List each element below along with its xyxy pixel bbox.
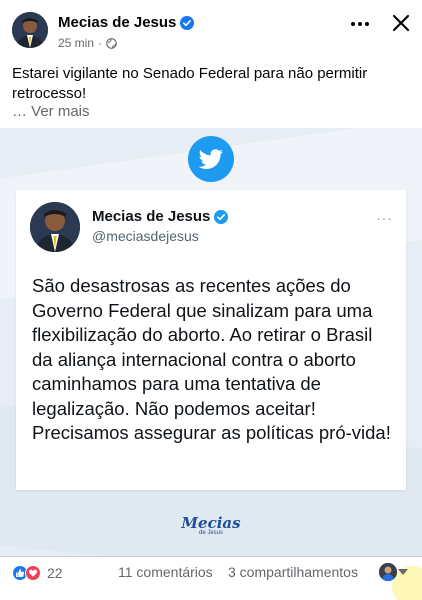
- author-avatar[interactable]: [12, 12, 48, 48]
- tweet-more-icon: ···: [376, 210, 393, 226]
- tweet-handle: @meciasdejesus: [92, 228, 199, 244]
- footer-divider: [0, 556, 422, 557]
- post-header: Mecias de Jesus 25 min ·: [0, 0, 422, 58]
- author-name-text[interactable]: Mecias de Jesus: [58, 14, 176, 31]
- more-options-button[interactable]: [346, 12, 374, 36]
- signature-logo-sub: de Jesus: [198, 530, 223, 536]
- verified-badge-icon: [180, 15, 195, 30]
- see-more-link[interactable]: … Ver mais: [12, 102, 90, 122]
- verified-badge-icon: [214, 209, 229, 224]
- caret-down-icon[interactable]: [398, 569, 408, 575]
- tweet-card: Mecias de Jesus @meciasdejesus ··· São d…: [16, 190, 406, 490]
- more-dot: [365, 22, 369, 26]
- post-time[interactable]: 25 min: [58, 36, 94, 50]
- more-dot: [358, 22, 362, 26]
- signature-logo: Mecias de Jesus: [0, 514, 422, 536]
- post-caption: Estarei vigilante no Senado Federal para…: [12, 65, 368, 102]
- reactions-summary[interactable]: 22: [12, 564, 63, 582]
- twitter-bird-icon: [188, 136, 234, 182]
- tweet-author-name: Mecias de Jesus: [92, 208, 229, 225]
- love-reaction-icon: [25, 565, 41, 581]
- globe-icon: [106, 37, 117, 49]
- post-image[interactable]: Mecias de Jesus @meciasdejesus ··· São d…: [0, 128, 422, 556]
- meta-separator: ·: [98, 36, 103, 50]
- comments-count-link[interactable]: 11 comentários: [118, 564, 213, 580]
- author-name[interactable]: Mecias de Jesus: [58, 14, 195, 31]
- shares-count-link[interactable]: 3 compartilhamentos: [228, 564, 358, 580]
- more-dot: [351, 22, 355, 26]
- tweet-author-name-text: Mecias de Jesus: [92, 208, 211, 225]
- tweet-text: São desastrosas as recentes ações do Gov…: [32, 275, 391, 443]
- reaction-count: 22: [47, 565, 63, 581]
- post-meta: 25 min ·: [58, 36, 117, 50]
- viewer-avatar[interactable]: [379, 563, 397, 581]
- tweet-avatar: [30, 202, 80, 252]
- close-icon[interactable]: [388, 10, 414, 36]
